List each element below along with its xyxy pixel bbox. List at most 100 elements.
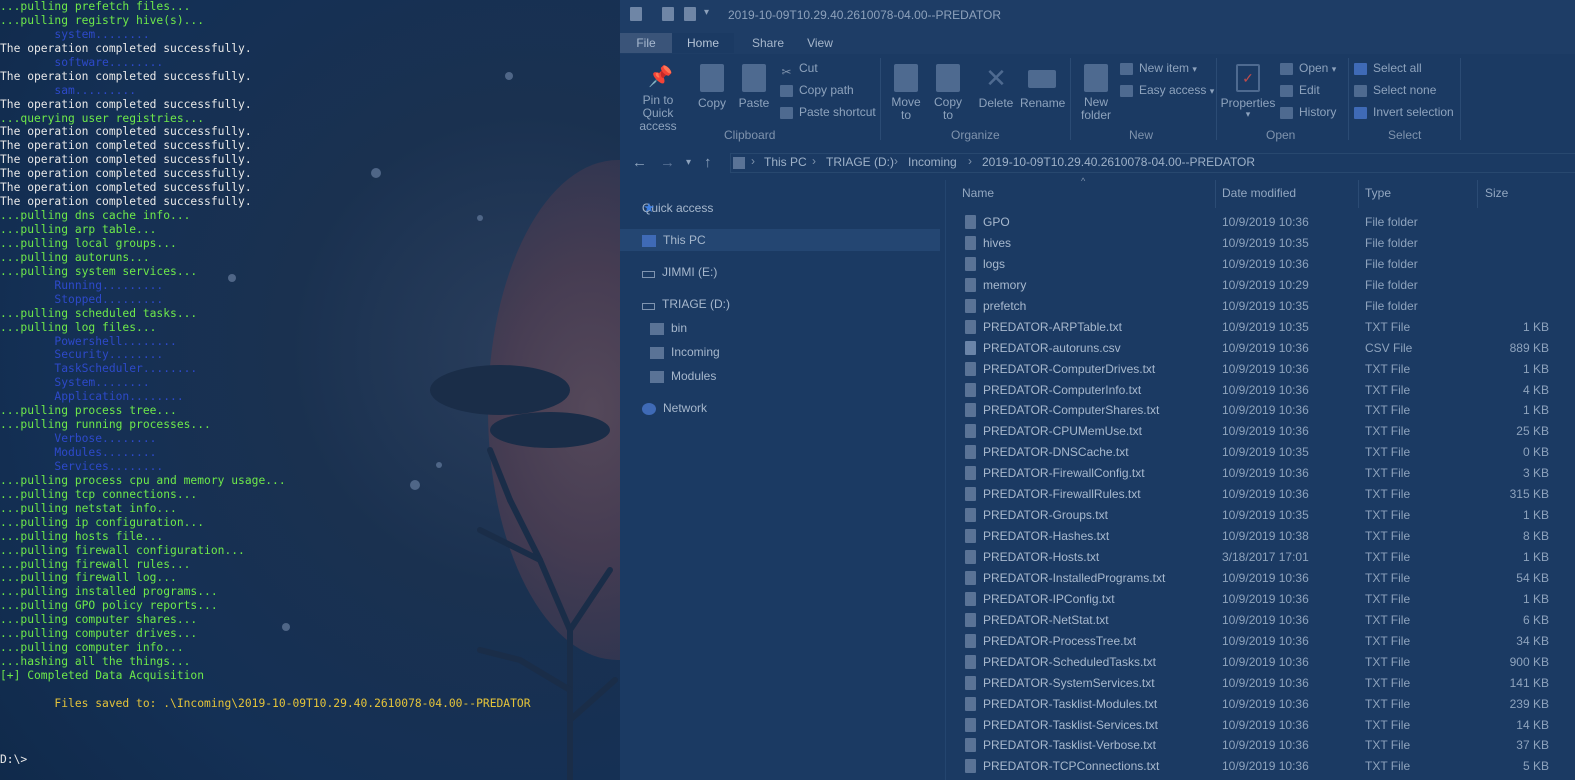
file-row[interactable]: PREDATOR-FirewallConfig.txt 10/9/2019 10:… — [945, 463, 1575, 484]
file-row[interactable]: prefetch 10/9/2019 10:35 File folder — [945, 296, 1575, 317]
rename-button[interactable]: Rename — [1020, 64, 1065, 110]
column-divider[interactable] — [1358, 180, 1359, 208]
new-item-button[interactable]: New item ▾ — [1120, 59, 1197, 77]
text-file-icon — [965, 654, 976, 669]
properties-icon[interactable] — [662, 7, 674, 21]
terminal-line: ...pulling computer info... — [0, 641, 184, 655]
file-row[interactable]: PREDATOR-Hashes.txt 10/9/2019 10:38 TXT Fi… — [945, 526, 1575, 547]
tab-view[interactable]: View — [800, 33, 840, 53]
terminal-line: Verbose........ — [0, 432, 157, 446]
pin-to-quick-access-button[interactable]: 📌 Pin to Quick access — [626, 64, 690, 133]
breadcrumb-current-folder[interactable]: 2019-10-09T10.29.40.2610078-04.00--PREDA… — [982, 155, 1255, 169]
file-row[interactable]: PREDATOR-IPConfig.txt 10/9/2019 10:36 TXT … — [945, 589, 1575, 610]
file-row[interactable]: PREDATOR-InstalledPrograms.txt 10/9/2019 … — [945, 568, 1575, 589]
file-row[interactable]: PREDATOR-ProcessTree.txt 10/9/2019 10:36 T… — [945, 631, 1575, 652]
nav-network[interactable]: Network — [642, 397, 707, 419]
file-row[interactable]: PREDATOR-ScheduledTasks.txt 10/9/2019 10:… — [945, 652, 1575, 673]
file-row[interactable]: PREDATOR-Tasklist-Verbose.txt 10/9/2019 1… — [945, 735, 1575, 756]
terminal-line: ...pulling firewall log... — [0, 571, 177, 585]
select-none-button[interactable]: Select none — [1354, 81, 1436, 99]
breadcrumb-triage[interactable]: TRIAGE (D:) — [826, 155, 894, 169]
file-row[interactable]: PREDATOR-Tasklist-Services.txt 10/9/2019 … — [945, 715, 1575, 736]
file-row[interactable]: PREDATOR-ComputerDrives.txt 10/9/2019 10:… — [945, 359, 1575, 380]
tab-file[interactable]: File — [620, 33, 672, 53]
file-size: 14 KB — [1516, 717, 1549, 732]
paste-shortcut-button[interactable]: Paste shortcut — [780, 103, 876, 121]
column-header-type[interactable]: Type — [1365, 186, 1391, 200]
nav-folder-modules[interactable]: Modules — [650, 365, 716, 387]
column-divider[interactable] — [1215, 180, 1216, 208]
file-row[interactable]: PREDATOR-Groups.txt 10/9/2019 10:35 TXT Fi… — [945, 505, 1575, 526]
paste-label: Paste — [738, 96, 770, 110]
recent-locations-chevron-icon[interactable]: ▾ — [686, 157, 691, 168]
file-row[interactable]: PREDATOR-DNSCache.txt 10/9/2019 10:35 TXT … — [945, 442, 1575, 463]
copy-button[interactable]: Copy — [694, 64, 730, 110]
folder-icon — [650, 370, 664, 383]
nav-triage-drive[interactable]: TRIAGE (D:) — [642, 293, 730, 315]
file-row[interactable]: GPO 10/9/2019 10:36 File folder — [945, 212, 1575, 233]
file-row[interactable]: PREDATOR-ComputerInfo.txt 10/9/2019 10:36… — [945, 380, 1575, 401]
file-row[interactable]: PREDATOR-ComputerShares.txt 10/9/2019 10:… — [945, 400, 1575, 421]
terminal-line: The operation completed successfully. — [0, 139, 252, 153]
easy-access-button[interactable]: Easy access ▾ — [1120, 81, 1214, 99]
copy-path-button[interactable]: Copy path — [780, 81, 854, 99]
column-header-name[interactable]: Name — [962, 186, 994, 200]
nav-this-pc[interactable]: This PC — [642, 229, 706, 251]
file-row[interactable]: PREDATOR-FirewallRules.txt 10/9/2019 10:3… — [945, 484, 1575, 505]
forward-arrow-icon[interactable]: → — [660, 154, 675, 171]
file-row[interactable]: memory 10/9/2019 10:29 File folder — [945, 275, 1575, 296]
file-row[interactable]: PREDATOR-NetStat.txt 10/9/2019 10:36 TXT F… — [945, 610, 1575, 631]
column-header-date-modified[interactable]: Date modified — [1222, 186, 1296, 200]
file-type: File folder — [1365, 277, 1418, 292]
file-name: PREDATOR-ComputerInfo.txt — [983, 382, 1142, 397]
cut-button[interactable]: ✂ Cut — [780, 59, 817, 79]
open-button[interactable]: Open ▾ — [1280, 59, 1336, 77]
chevron-down-icon: ▾ — [1209, 86, 1215, 96]
column-header-size[interactable]: Size — [1485, 186, 1508, 200]
invert-selection-button[interactable]: Invert selection — [1354, 103, 1454, 121]
file-row[interactable]: hives 10/9/2019 10:35 File folder — [945, 233, 1575, 254]
new-folder-button[interactable]: New folder — [1076, 64, 1116, 122]
select-all-button[interactable]: Select all — [1354, 59, 1422, 77]
title-bar: ▾ 2019-10-09T10.29.40.2610078-04.00--PRE… — [620, 0, 1575, 30]
file-row[interactable]: logs 10/9/2019 10:36 File folder — [945, 254, 1575, 275]
file-row[interactable]: PREDATOR-CPUMemUse.txt 10/9/2019 10:36 TXT… — [945, 421, 1575, 442]
nav-label: Incoming — [671, 345, 720, 359]
breadcrumb-this-pc[interactable]: This PC — [764, 155, 807, 169]
history-button[interactable]: History — [1280, 103, 1336, 121]
up-arrow-icon[interactable]: ↑ — [704, 154, 712, 171]
column-divider[interactable] — [1477, 180, 1478, 208]
new-folder-icon[interactable] — [684, 7, 696, 21]
terminal-line: ...pulling process cpu and memory usage.… — [0, 473, 286, 487]
terminal-window[interactable]: ...pulling prefetch files... ...pulling r… — [0, 0, 620, 780]
nav-folder-incoming[interactable]: Incoming — [650, 341, 720, 363]
file-size: 1 KB — [1522, 319, 1549, 334]
file-row[interactable]: PREDATOR-SystemServices.txt 10/9/2019 10:… — [945, 673, 1575, 694]
file-row[interactable]: PREDATOR-Tasklist-Modules.txt 10/9/2019 1… — [945, 694, 1575, 715]
nav-folder-bin[interactable]: bin — [650, 317, 687, 339]
delete-x-icon: ✕ — [985, 63, 1007, 93]
copy-to-button[interactable]: Copy to — [928, 64, 968, 122]
text-file-icon — [965, 759, 976, 774]
breadcrumb-incoming[interactable]: Incoming — [908, 155, 957, 169]
move-to-button[interactable]: Move to — [886, 64, 926, 122]
paste-button[interactable]: Paste — [734, 64, 774, 110]
delete-button[interactable]: ✕ Delete — [976, 64, 1016, 110]
edit-button[interactable]: Edit — [1280, 81, 1320, 99]
file-row[interactable]: PREDATOR-autoruns.csv 10/9/2019 10:36 CSV … — [945, 338, 1575, 359]
tab-share[interactable]: Share — [744, 33, 792, 53]
file-name: PREDATOR-Hashes.txt — [983, 529, 1110, 544]
properties-button[interactable]: ✓ Properties ▾ — [1220, 64, 1276, 119]
file-row[interactable]: PREDATOR-TCPConnections.txt 10/9/2019 10:… — [945, 756, 1575, 777]
file-type: TXT File — [1365, 738, 1411, 753]
nav-quick-access[interactable]: ★ Quick access — [642, 197, 713, 219]
nav-jimmi-drive[interactable]: JIMMI (E:) — [642, 261, 717, 283]
file-row[interactable]: PREDATOR-Hosts.txt 3/18/2017 17:01 TXT Fil… — [945, 547, 1575, 568]
back-arrow-icon[interactable]: ← — [632, 154, 647, 171]
tab-home[interactable]: Home — [672, 33, 734, 53]
file-row[interactable]: PREDATOR-ARPTable.txt 10/9/2019 10:35 TXT … — [945, 317, 1575, 338]
customize-toolbar-icon[interactable]: ▾ — [704, 7, 709, 18]
terminal-line: ...pulling log files... — [0, 320, 157, 334]
breadcrumb[interactable]: › This PC › TRIAGE (D:) › Incoming › 201… — [730, 153, 1575, 173]
file-name: hives — [983, 235, 1012, 250]
